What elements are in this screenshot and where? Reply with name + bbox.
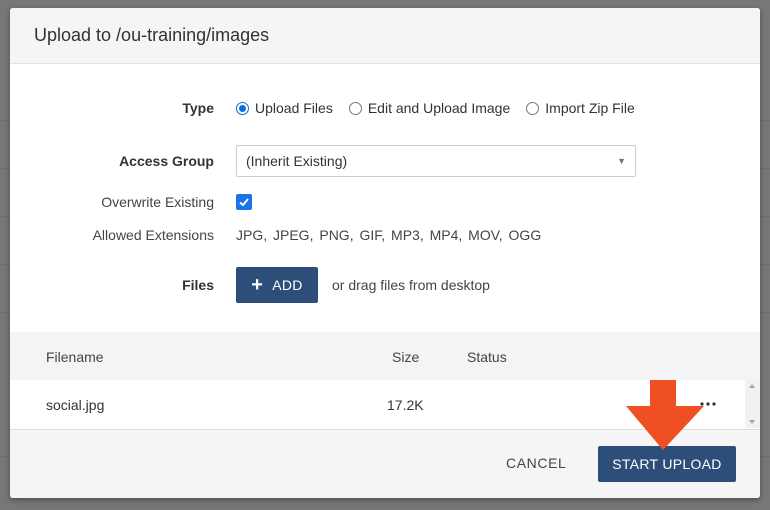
radio-button[interactable] (236, 101, 249, 115)
column-status: Status (467, 349, 507, 365)
scroll-up-icon[interactable] (749, 384, 755, 388)
allowed-extensions-label: Allowed Extensions (92, 227, 214, 243)
radio-edit-upload-image[interactable]: Edit and Upload Image (348, 100, 511, 116)
radio-label: Edit and Upload Image (367, 100, 511, 116)
access-group-field: (Inherit Existing) ▼ (236, 145, 636, 177)
overwrite-label: Overwrite Existing (101, 194, 214, 210)
table-scrollbar[interactable] (745, 380, 760, 428)
type-label: Type (182, 100, 214, 116)
column-size: Size (392, 349, 420, 365)
access-group-row: Access Group (Inherit Existing) ▼ (10, 145, 760, 177)
add-button-label: ADD (272, 277, 303, 293)
chevron-down-icon: ▼ (617, 156, 626, 166)
allowed-extensions-row: Allowed Extensions JPG, JPEG, PNG, GIF, … (10, 227, 760, 243)
dialog-header: Upload to /ou-training/images (10, 8, 760, 64)
radio-label: Upload Files (255, 100, 333, 116)
overwrite-checkbox[interactable] (236, 194, 252, 210)
row-size: 17.2K (387, 397, 424, 413)
type-row: Type Upload Files Edit and Upload Image … (10, 100, 760, 116)
allowed-extensions-value: JPG, JPEG, PNG, GIF, MP3, MP4, MOV, OGG (236, 227, 542, 243)
drag-hint: or drag files from desktop (332, 277, 490, 293)
files-label: Files (182, 277, 214, 293)
column-filename: Filename (46, 349, 104, 365)
access-group-value: (Inherit Existing) (246, 153, 348, 169)
scroll-down-icon[interactable] (749, 420, 755, 424)
arrow-down-icon (626, 380, 704, 450)
add-files-button[interactable]: + ADD (236, 267, 318, 303)
check-icon (239, 198, 249, 207)
radio-label: Import Zip File (545, 100, 635, 116)
cancel-button[interactable]: CANCEL (506, 455, 566, 471)
type-options: Upload Files Edit and Upload Image Impor… (236, 100, 651, 116)
radio-button[interactable] (348, 101, 362, 115)
plus-icon: + (251, 274, 264, 296)
radio-import-zip[interactable]: Import Zip File (526, 100, 635, 116)
access-group-label: Access Group (119, 153, 214, 169)
access-group-select[interactable]: (Inherit Existing) ▼ (236, 145, 636, 177)
files-field: + ADD or drag files from desktop (236, 267, 490, 303)
overwrite-row: Overwrite Existing (10, 194, 760, 210)
files-row: Files + ADD or drag files from desktop (10, 267, 760, 303)
file-table-header: Filename Size Status (10, 332, 760, 380)
radio-upload-files[interactable]: Upload Files (236, 100, 333, 116)
allowed-extensions-field: JPG, JPEG, PNG, GIF, MP3, MP4, MOV, OGG (236, 227, 541, 243)
start-upload-label: START UPLOAD (612, 456, 722, 472)
radio-button[interactable] (526, 101, 540, 115)
dialog-title: Upload to /ou-training/images (34, 25, 270, 45)
row-filename: social.jpg (46, 397, 105, 413)
overwrite-field (236, 194, 252, 210)
